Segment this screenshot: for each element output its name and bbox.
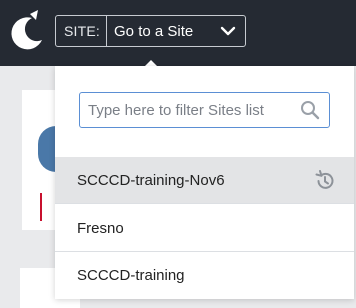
site-list-item-label: Fresno xyxy=(77,219,124,237)
site-list-item[interactable]: SCCCD-training-Nov6 xyxy=(55,157,354,204)
background-accent-line xyxy=(40,193,42,221)
site-filter-input[interactable] xyxy=(80,92,299,128)
site-picker-value: Go to a Site xyxy=(114,22,194,40)
site-list-item-label: SCCCD-training-Nov6 xyxy=(77,171,225,189)
site-list-item-label: SCCCD-training xyxy=(77,267,185,284)
site-list-item[interactable]: SCCCD-training xyxy=(55,252,354,299)
chevron-down-icon xyxy=(220,26,236,36)
site-label: SITE: xyxy=(56,16,108,46)
site-filter-box[interactable] xyxy=(79,92,330,128)
site-list-item[interactable]: Fresno xyxy=(55,205,354,252)
site-picker-button[interactable]: SITE: Go to a Site xyxy=(55,15,246,47)
search-icon[interactable] xyxy=(299,99,321,121)
history-icon xyxy=(315,170,334,189)
top-navigation-bar: SITE: Go to a Site xyxy=(0,0,356,66)
site-dropdown-panel: SCCCD-training-Nov6 Fresno SCCCD-trainin… xyxy=(55,66,354,299)
app-logo-icon[interactable] xyxy=(6,10,46,54)
